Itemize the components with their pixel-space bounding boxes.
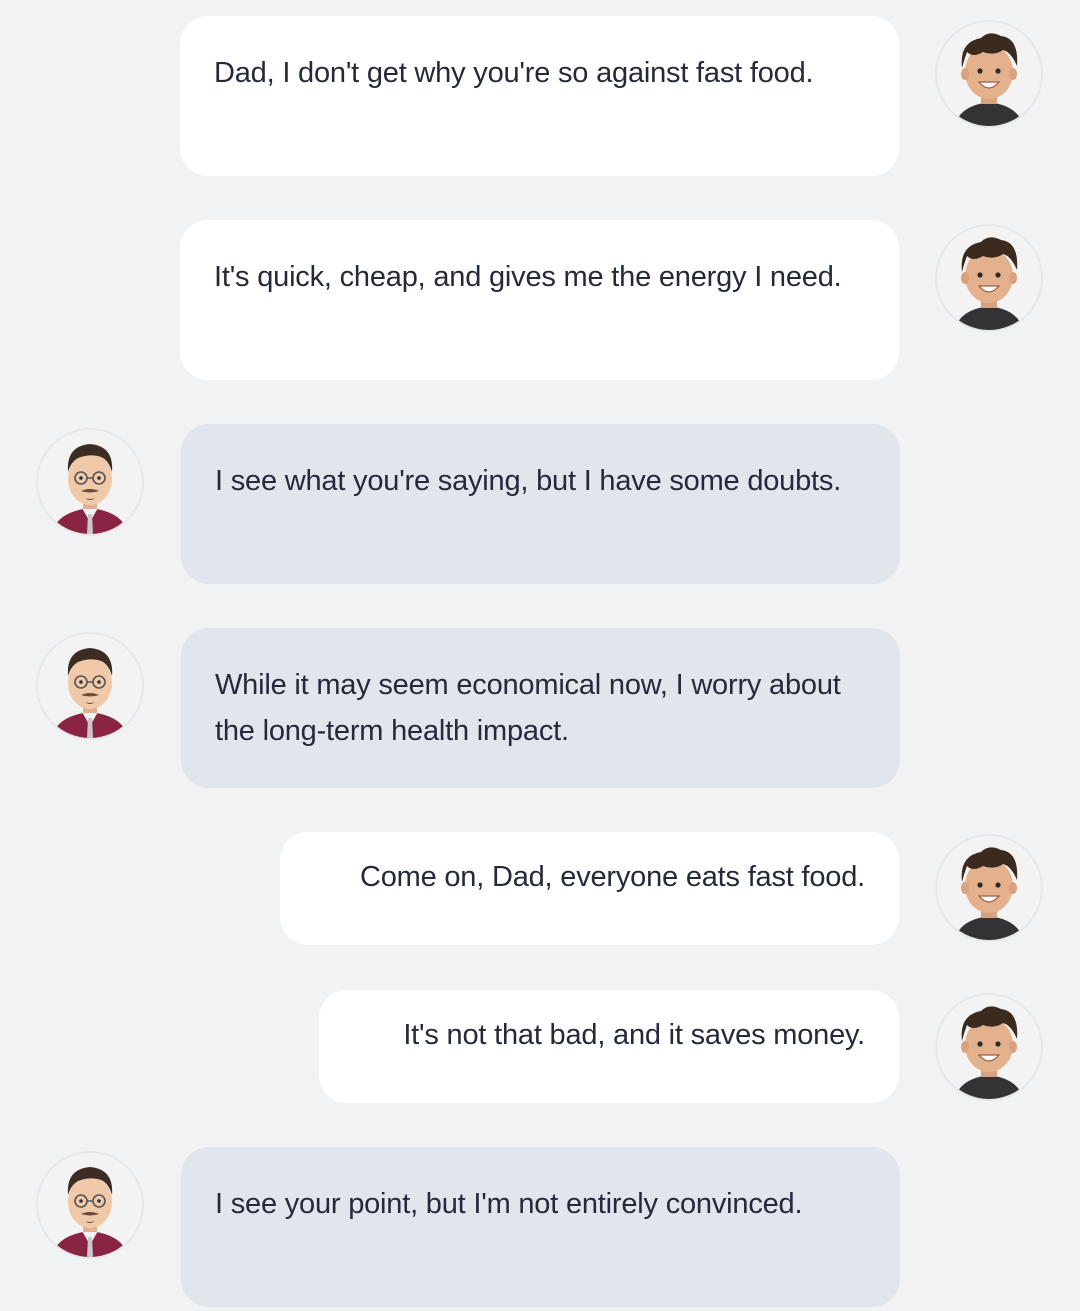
son-message-bubble: It's quick, cheap, and gives me the ener… (180, 220, 899, 380)
dad-message-bubble: I see what you're saying, but I have som… (181, 424, 900, 584)
dad-avatar-icon (36, 428, 144, 536)
dad-avatar-icon (36, 632, 144, 740)
dad-message-bubble: I see your point, but I'm not entirely c… (181, 1147, 900, 1307)
son-message-bubble: Dad, I don't get why you're so against f… (180, 16, 899, 176)
son-avatar-icon (935, 20, 1043, 128)
chat-thread: Dad, I don't get why you're so against f… (0, 0, 1080, 1311)
dad-message-bubble: While it may seem economical now, I worr… (181, 628, 900, 788)
son-avatar-icon (935, 993, 1043, 1101)
son-message-bubble: It's not that bad, and it saves money. (319, 990, 899, 1103)
son-message-bubble: Come on, Dad, everyone eats fast food. (280, 832, 899, 945)
dad-avatar-icon (36, 1151, 144, 1259)
son-avatar-icon (935, 224, 1043, 332)
son-avatar-icon (935, 834, 1043, 942)
